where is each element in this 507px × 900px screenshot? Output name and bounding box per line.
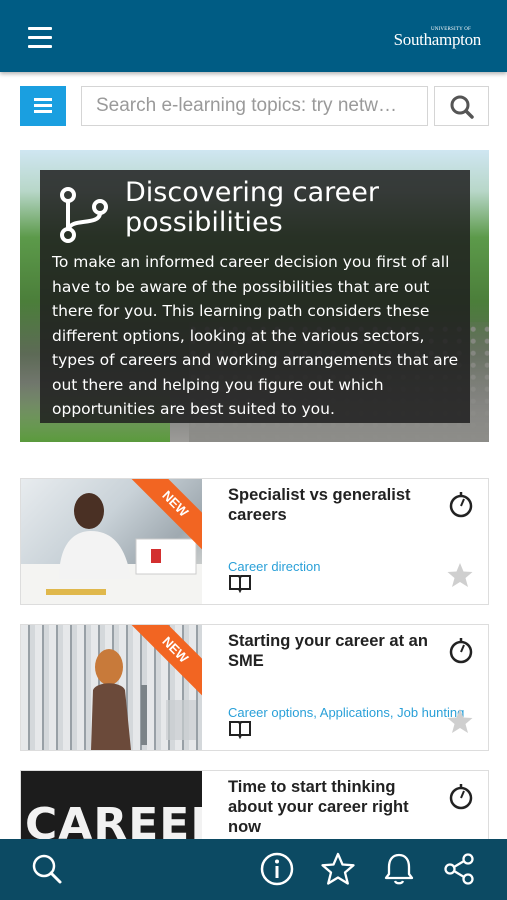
book-icon	[229, 721, 251, 739]
branch-path-icon	[60, 187, 108, 243]
logo-small-text: UNIVERSITY OF	[430, 27, 471, 32]
search-icon[interactable]	[29, 851, 65, 887]
info-icon[interactable]	[259, 851, 295, 887]
course-title[interactable]: Specialist vs generalist careers	[228, 485, 433, 525]
university-logo[interactable]: UNIVERSITY OF Southampton	[393, 27, 482, 50]
course-title[interactable]: Starting your career at an SME	[228, 631, 433, 671]
hamburger-menu-icon[interactable]	[28, 27, 56, 49]
logo-text: Southampton	[393, 30, 482, 49]
timer-icon	[449, 784, 473, 810]
topics-menu-button[interactable]	[20, 86, 66, 126]
bell-icon[interactable]	[381, 851, 417, 887]
course-thumbnail: NEW	[21, 479, 202, 604]
favourite-star-icon[interactable]	[446, 707, 474, 735]
star-icon[interactable]	[320, 851, 356, 887]
share-icon[interactable]	[441, 851, 477, 887]
course-thumbnail: NEW	[21, 625, 202, 750]
course-card[interactable]: NEW Starting your career at an SME Caree…	[20, 624, 489, 751]
search-row: Search e-learning topics: try netw…	[20, 86, 489, 126]
search-button[interactable]	[434, 86, 489, 126]
book-icon	[229, 575, 251, 593]
top-app-bar: UNIVERSITY OF Southampton	[0, 0, 507, 72]
search-input[interactable]: Search e-learning topics: try netw…	[81, 86, 428, 126]
timer-icon	[449, 492, 473, 518]
hero-title: Discovering career possibilities	[125, 177, 379, 238]
course-title[interactable]: Time to start thinking about your career…	[228, 777, 433, 837]
course-tags[interactable]: Career options, Applications, Job huntin…	[228, 705, 483, 720]
bottom-navigation-bar	[0, 839, 507, 900]
timer-icon	[449, 638, 473, 664]
course-tags[interactable]: Career direction	[228, 559, 483, 574]
hero-description: To make an informed career decision you …	[52, 253, 459, 418]
search-icon	[450, 95, 474, 119]
course-card[interactable]: NEW Specialist vs generalist careers Car…	[20, 478, 489, 605]
hero-text-panel: Discovering career possibilities To make…	[40, 170, 470, 423]
favourite-star-icon[interactable]	[446, 561, 474, 589]
learning-path-hero[interactable]: Discovering career possibilities To make…	[20, 150, 489, 442]
